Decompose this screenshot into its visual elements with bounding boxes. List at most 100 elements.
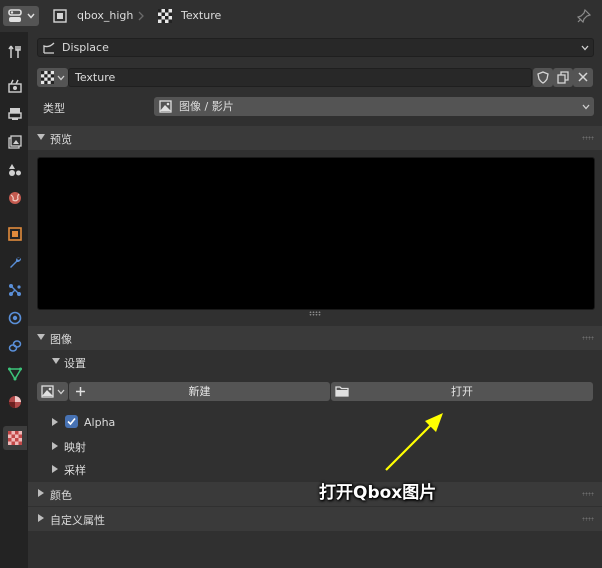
chevron-down-icon — [582, 104, 590, 110]
open-image-label: 打开 — [451, 385, 473, 398]
image-icon — [41, 385, 54, 398]
output-icon — [8, 108, 22, 120]
settings-subpanel-header[interactable]: 设置 — [28, 351, 602, 373]
sampling-subpanel-header[interactable]: 采样 — [28, 458, 602, 480]
modifier-selector[interactable]: Displace — [37, 38, 594, 57]
tab-world[interactable] — [3, 186, 27, 210]
preview-panel-title: 预览 — [50, 133, 72, 146]
collapse-triangle-icon — [38, 514, 44, 522]
physics-icon — [8, 311, 22, 325]
tab-constraints[interactable] — [3, 334, 27, 358]
expand-triangle-icon — [52, 418, 58, 426]
preview-panel-header[interactable]: 预览 — [28, 126, 602, 150]
expand-triangle-icon — [37, 134, 45, 140]
chevron-down-icon — [57, 75, 65, 81]
wrench-icon — [10, 256, 22, 268]
new-image-label: 新建 — [188, 385, 211, 398]
tab-object[interactable] — [3, 222, 27, 246]
mapping-subpanel-header[interactable]: 映射 — [28, 435, 602, 457]
mapping-subpanel-title: 映射 — [64, 441, 86, 454]
tab-modifier[interactable] — [3, 250, 27, 274]
shield-icon — [537, 71, 549, 84]
world-icon — [9, 192, 21, 204]
custom-properties-panel-title: 自定义属性 — [50, 514, 105, 527]
chevron-down-icon — [27, 13, 35, 19]
preview-resize-grip-icon[interactable] — [309, 311, 321, 316]
duplicate-texture-button[interactable] — [553, 68, 573, 87]
breadcrumb-texture[interactable]: Texture — [181, 9, 221, 22]
tab-output[interactable] — [3, 102, 27, 126]
breadcrumb-separator-icon — [138, 11, 144, 21]
displace-modifier-icon — [43, 42, 55, 54]
drag-grip-icon[interactable] — [582, 492, 594, 496]
chevron-down-icon — [581, 45, 589, 51]
editor-type-icon — [8, 9, 22, 22]
image-browse-button[interactable] — [37, 382, 68, 401]
collapse-triangle-icon — [52, 465, 58, 473]
tab-scene[interactable] — [3, 158, 27, 182]
annotation-label: 打开Qbox图片 — [319, 483, 437, 503]
texture-type-label: 类型 — [43, 102, 65, 115]
texture-icon — [158, 9, 172, 23]
image-panel-header[interactable]: 图像 — [28, 326, 602, 350]
chevron-down-icon — [57, 389, 65, 395]
tab-material[interactable] — [3, 390, 27, 414]
unlink-texture-button[interactable] — [573, 68, 593, 87]
open-image-button[interactable]: 打开 — [331, 382, 593, 401]
properties-tab-bar — [0, 32, 28, 568]
object-properties-icon — [8, 227, 22, 241]
texture-name-value: Texture — [75, 71, 116, 84]
scene-icon — [9, 164, 21, 176]
texture-tab-icon — [8, 431, 22, 445]
image-icon — [159, 100, 172, 113]
texture-type-value: 图像 / 影片 — [179, 100, 234, 113]
tab-physics[interactable] — [3, 306, 27, 330]
sampling-subpanel-title: 采样 — [64, 464, 86, 477]
texture-preview — [37, 157, 595, 310]
mesh-data-icon — [8, 367, 22, 381]
colors-panel-header[interactable]: 颜色 — [28, 482, 602, 506]
texture-name-field[interactable]: Texture — [68, 68, 532, 87]
alpha-checkbox[interactable] — [65, 415, 78, 428]
collapse-triangle-icon — [38, 489, 44, 497]
drag-grip-icon[interactable] — [582, 336, 594, 340]
duplicate-icon — [557, 71, 569, 84]
fake-user-button[interactable] — [533, 68, 553, 87]
settings-subpanel-title: 设置 — [64, 357, 86, 370]
drag-grip-icon[interactable] — [582, 136, 594, 140]
checkmark-icon — [67, 417, 76, 426]
texture-icon — [41, 71, 54, 84]
tab-view-layer[interactable] — [3, 130, 27, 154]
annotation-arrow-icon — [385, 413, 443, 471]
properties-header: qbox_high Texture — [0, 0, 602, 32]
object-icon — [53, 9, 67, 23]
collapse-triangle-icon — [52, 442, 58, 450]
view-layer-icon — [8, 135, 22, 149]
alpha-label[interactable]: Alpha — [84, 416, 115, 429]
tab-data[interactable] — [3, 362, 27, 386]
modifier-name: Displace — [62, 41, 109, 54]
texture-browse-button[interactable] — [37, 68, 68, 87]
tab-tool[interactable] — [3, 40, 27, 64]
tab-particles[interactable] — [3, 278, 27, 302]
texture-type-dropdown[interactable]: 图像 / 影片 — [154, 97, 594, 116]
close-icon — [578, 72, 588, 82]
constraints-icon — [8, 340, 22, 352]
custom-properties-panel-header[interactable]: 自定义属性 — [28, 507, 602, 531]
expand-triangle-icon — [52, 358, 60, 364]
tab-texture[interactable] — [3, 426, 27, 450]
editor-type-button[interactable] — [3, 6, 39, 26]
new-image-button[interactable]: 新建 — [69, 382, 330, 401]
material-icon — [9, 396, 21, 408]
render-icon — [8, 79, 22, 93]
colors-panel-title: 颜色 — [50, 489, 72, 502]
tool-icon — [8, 45, 21, 58]
folder-icon — [335, 386, 349, 397]
image-panel-title: 图像 — [50, 333, 72, 346]
breadcrumb-object[interactable]: qbox_high — [77, 9, 133, 22]
plus-icon — [76, 387, 85, 396]
pin-icon[interactable] — [577, 9, 591, 23]
particles-icon — [9, 284, 21, 296]
tab-render[interactable] — [3, 74, 27, 98]
drag-grip-icon[interactable] — [582, 517, 594, 521]
